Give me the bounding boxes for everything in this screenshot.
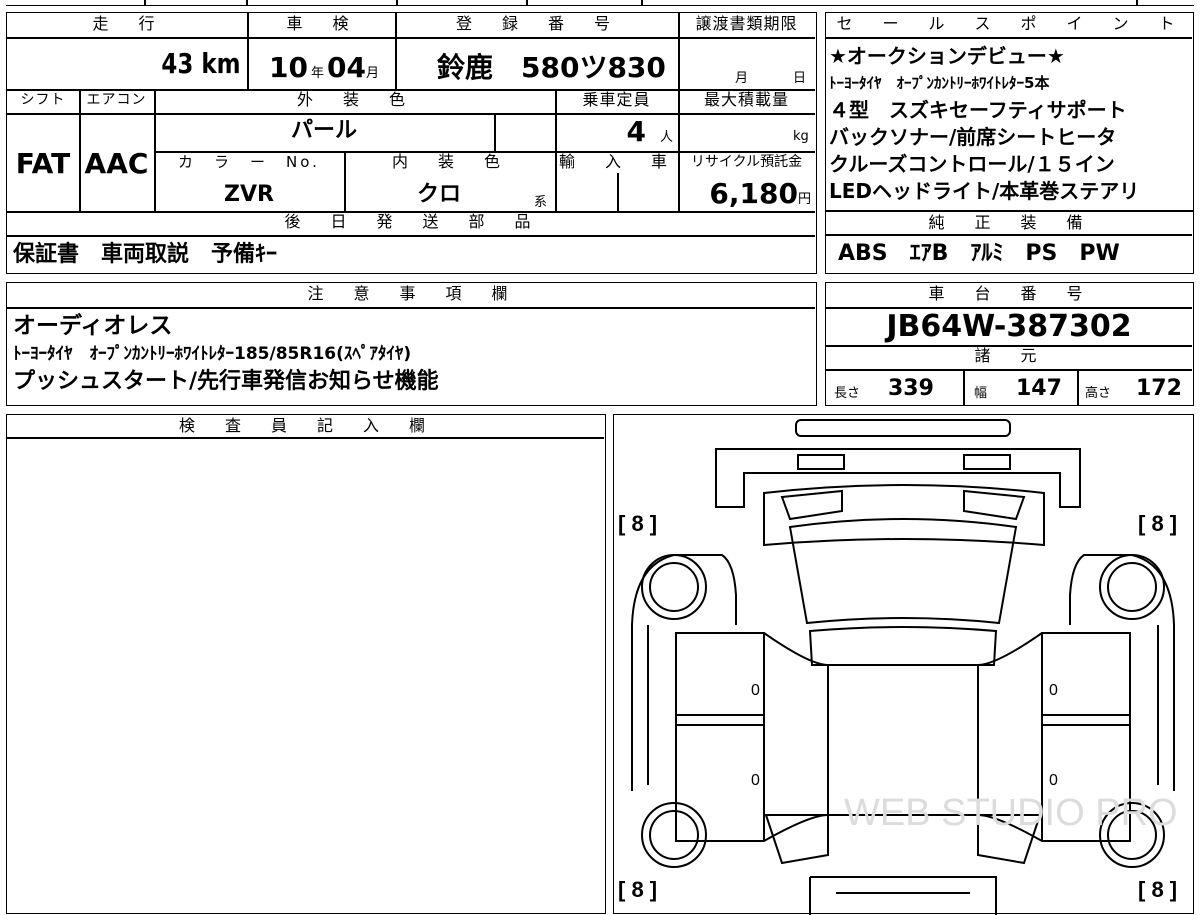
sales-line: ４型 スズキセーフティサポート [829,98,1127,122]
car-diagram: [ 8 ] [ 8 ] [ 8 ] [ 8 ] 0 0 0 0 WEB STUD… [618,419,1178,915]
colorno-value: ZVR [224,182,274,207]
inspection-header: 車 検 [286,14,356,33]
sales-point-header: セ ー ル ス ポ イ ン ト [836,14,1182,33]
registration-header: 登 録 番 号 [455,14,617,33]
car-diagram-box: [ 8 ] [ 8 ] [ 8 ] [ 8 ] 0 0 0 0 WEB STUD… [613,414,1194,915]
door-score-front-left: 0 [751,682,760,699]
deadline-header: 譲渡書類期限 [695,14,798,33]
height-value: 172 [1136,376,1182,401]
top-cutoff-row [6,0,1194,6]
sales-line: クルーズコントロール/１５イン [829,152,1115,176]
sales-line: ﾄｰﾖｰﾀｲﾔ ｵｰﾌﾟﾝｶﾝﾄﾘｰﾎﾜｲﾄﾚﾀｰ5本 [829,74,1050,92]
exterior-value: パール [290,118,357,143]
notes-line: オーディオレス [13,313,173,339]
interior-header: 内 装 色 [391,152,507,171]
sales-point-lines: ★オークションデビュー★ ﾄｰﾖｰﾀｲﾔ ｵｰﾌﾟﾝｶﾝﾄﾘｰﾎﾜｲﾄﾚﾀｰ5本… [829,43,1191,205]
length-value: 339 [888,376,934,401]
notes-header: 注 意 事 項 欄 [307,284,515,303]
inspector-box: 検 査 員 記 入 欄 [6,414,606,914]
sales-line: バックソナー/前席シートヒータ [829,125,1117,149]
later-parts-header: 後 日 発 送 部 品 [284,212,538,231]
exterior-header: 外 装 色 [296,90,412,109]
maxload-unit: kg [793,129,809,144]
mileage-value: 43 km [161,47,241,80]
width-label: 幅 [974,386,988,401]
genuine-equipment-header: 純 正 装 備 [928,213,1090,232]
tire-label-rear-right: [ 8 ] [1138,877,1177,902]
seats-value: 4人 [626,115,674,148]
deadline-day-unit: 日 [793,71,807,86]
width-value: 147 [1016,376,1062,401]
door-score-rear-right: 0 [1049,772,1058,789]
sales-point-box: セ ー ル ス ポ イ ン ト ★オークションデビュー★ ﾄｰﾖｰﾀｲﾔ ｵｰﾌ… [825,12,1194,211]
maxload-header: 最大積載量 [703,90,789,109]
deadline-month-unit: 月 [735,71,749,86]
mileage-header: 走 行 [92,14,162,33]
seats-header: 乗車定員 [582,90,651,109]
door-score-rear-left: 0 [751,772,760,789]
shift-value: FAT [15,147,71,180]
shift-header: シフト [20,92,66,108]
recycle-value: 6,180円 [709,177,811,210]
car-outline [631,419,1175,915]
door-score-front-right: 0 [1049,682,1058,699]
interior-value: クロ [416,182,461,207]
tire-label-front-right: [ 8 ] [1138,511,1177,536]
watermark: WEB STUDIO PRO [844,792,1178,834]
genuine-equipment-box: 純 正 装 備 ABS ｴｱB ｱﾙﾐ PS PW [825,211,1194,274]
chassis-header: 車 台 番 号 [928,284,1090,303]
later-parts-value: 保証書 車両取説 予備ｷｰ [13,242,278,267]
recycle-header: リサイクル預託金 [690,154,803,170]
notes-lines: オーディオレス ﾄｰﾖｰﾀｲﾔ ｵｰﾌﾟﾝｶﾝﾄﾘｰﾎﾜｲﾄﾚﾀｰ185/85R… [13,311,813,397]
interior-unit: 系 [534,195,548,210]
colorno-header: カ ラ ー No. [178,153,320,171]
height-label: 高さ [1085,386,1112,401]
notes-box: 注 意 事 項 欄 オーディオレス ﾄｰﾖｰﾀｲﾔ ｵｰﾌﾟﾝｶﾝﾄﾘｰﾎﾜｲﾄ… [6,282,817,406]
inspection-value: 10 年 04月 [269,51,379,84]
notes-line: プッシュスタート/先行車発信お知らせ機能 [13,369,439,394]
genuine-equipment-value: ABS ｴｱB ｱﾙﾐ PS PW [838,241,1120,266]
tire-label-front-left: [ 8 ] [618,511,657,536]
sales-line: ★オークションデビュー★ [829,44,1065,68]
ac-header: エアコン [86,92,147,108]
inspector-header: 検 査 員 記 入 欄 [178,416,432,435]
ac-value: AAC [84,147,149,180]
main-info-table: 走 行 車 検 登 録 番 号 譲渡書類期限 43 km 10 年 04月 鈴鹿 5… [6,12,817,274]
tire-label-rear-left: [ 8 ] [618,877,657,902]
notes-line: ﾄｰﾖｰﾀｲﾔ ｵｰﾌﾟﾝｶﾝﾄﾘｰﾎﾜｲﾄﾚﾀｰ185/85R16(ｽﾍﾟｱﾀ… [13,344,412,364]
specs-header: 諸 元 [974,346,1044,365]
sales-line: LEDヘッドライト/本革巻ステアリ [829,179,1140,203]
chassis-box: 車 台 番 号 JB64W-387302 諸 元 長さ 339 幅 147 高さ… [825,282,1194,406]
length-label: 長さ [834,386,861,401]
import-header: 輸 入 車 [558,152,674,171]
chassis-number: JB64W-387302 [886,309,1132,344]
registration-number: 鈴鹿 580ツ830 [437,51,666,84]
